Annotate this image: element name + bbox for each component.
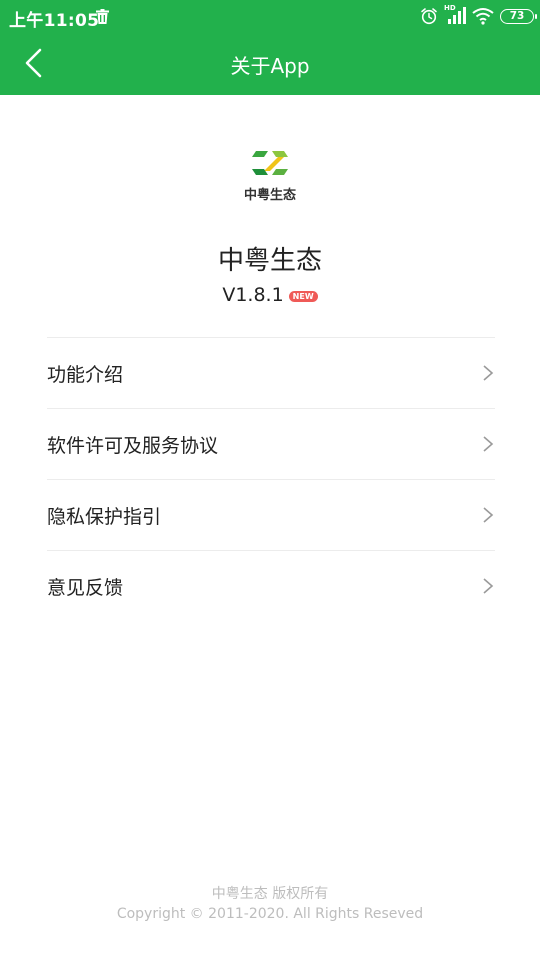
menu-item-label: 软件许可及服务协议 bbox=[47, 434, 219, 457]
menu-item-license-agreement[interactable]: 软件许可及服务协议 bbox=[47, 409, 495, 479]
menu-item-label: 意见反馈 bbox=[47, 576, 124, 599]
menu-item-feature-intro[interactable]: 功能介绍 bbox=[47, 338, 495, 408]
app-name: 中粤生态 bbox=[217, 246, 322, 276]
menu-item-label: 功能介绍 bbox=[47, 363, 124, 386]
menu-item-label: 隐私保护指引 bbox=[47, 505, 162, 528]
logo-mark-icon bbox=[252, 151, 288, 175]
status-bar: 上午11:05 HD 73 bbox=[0, 0, 540, 34]
signal-icon bbox=[448, 7, 466, 24]
alarm-icon bbox=[421, 8, 437, 25]
status-time: 上午11:05 bbox=[9, 11, 100, 31]
battery-indicator: 73 bbox=[500, 8, 537, 24]
chevron-right-icon bbox=[483, 578, 494, 594]
app-logo: 中粤生态 bbox=[235, 148, 305, 204]
trash-icon bbox=[96, 9, 109, 24]
footer-line-1: 中粤生态 版权所有 bbox=[211, 886, 329, 902]
about-menu: 功能介绍 软件许可及服务协议 隐私保护指引 意见反馈 bbox=[47, 337, 495, 621]
chevron-right-icon bbox=[483, 436, 494, 452]
cell-signal: HD bbox=[444, 4, 466, 26]
menu-item-feedback[interactable]: 意见反馈 bbox=[47, 551, 495, 621]
app-version: V1.8.1 bbox=[222, 284, 284, 306]
page-title: 关于App bbox=[230, 54, 310, 78]
menu-item-privacy-guide[interactable]: 隐私保护指引 bbox=[47, 480, 495, 550]
logo-text: 中粤生态 bbox=[243, 188, 296, 203]
status-icons: HD 73 bbox=[420, 4, 537, 27]
wifi-icon bbox=[472, 8, 494, 25]
app-header: 上午11:05 HD 73 关于App bbox=[0, 0, 540, 95]
footer-line-2: Copyright © 2011-2020. All Rights Reseve… bbox=[116, 906, 424, 922]
chevron-right-icon bbox=[483, 365, 494, 381]
version-row: V1.8.1 NEW bbox=[0, 284, 540, 306]
chevron-right-icon bbox=[483, 507, 494, 523]
battery-level: 73 bbox=[509, 10, 525, 22]
new-badge: NEW bbox=[288, 290, 318, 302]
copyright-footer: 中粤生态 版权所有 Copyright © 2011-2020. All Rig… bbox=[0, 884, 540, 924]
